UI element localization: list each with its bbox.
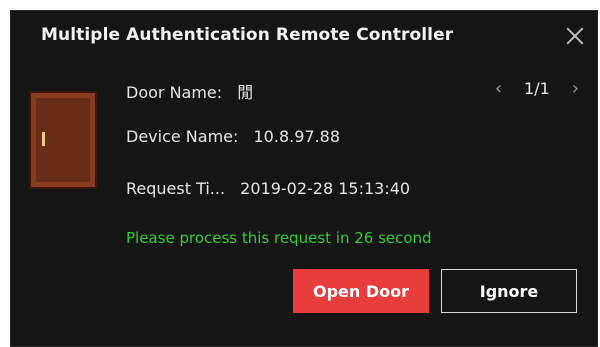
door-icon (29, 91, 97, 189)
door-handle (42, 132, 45, 146)
request-time-label: Request Ti... (126, 179, 226, 198)
device-name-label: Device Name: (126, 127, 239, 146)
ignore-button[interactable]: Ignore (441, 269, 577, 313)
request-time-value: 2019-02-28 15:13:40 (240, 179, 411, 198)
open-door-button[interactable]: Open Door (293, 269, 429, 313)
countdown-notice: Please process this request in 26 second (126, 229, 432, 247)
request-time-row: Request Ti... 2019-02-28 15:13:40 (126, 179, 410, 198)
door-name-label: Door Name: (126, 83, 223, 102)
device-name-value: 10.8.97.88 (253, 127, 341, 146)
request-pager: ‹ 1/1 › (495, 79, 579, 98)
pager-text: 1/1 (524, 79, 550, 98)
chevron-right-icon[interactable]: › (572, 79, 579, 97)
door-name-value: 閒 (237, 83, 254, 102)
device-name-row: Device Name: 10.8.97.88 (126, 127, 340, 146)
close-icon[interactable] (565, 25, 585, 45)
dialog-title: Multiple Authentication Remote Controlle… (41, 25, 454, 45)
remote-controller-dialog: Multiple Authentication Remote Controlle… (10, 10, 598, 347)
door-name-row: Door Name: 閒 (126, 79, 253, 103)
chevron-left-icon[interactable]: ‹ (495, 79, 502, 97)
